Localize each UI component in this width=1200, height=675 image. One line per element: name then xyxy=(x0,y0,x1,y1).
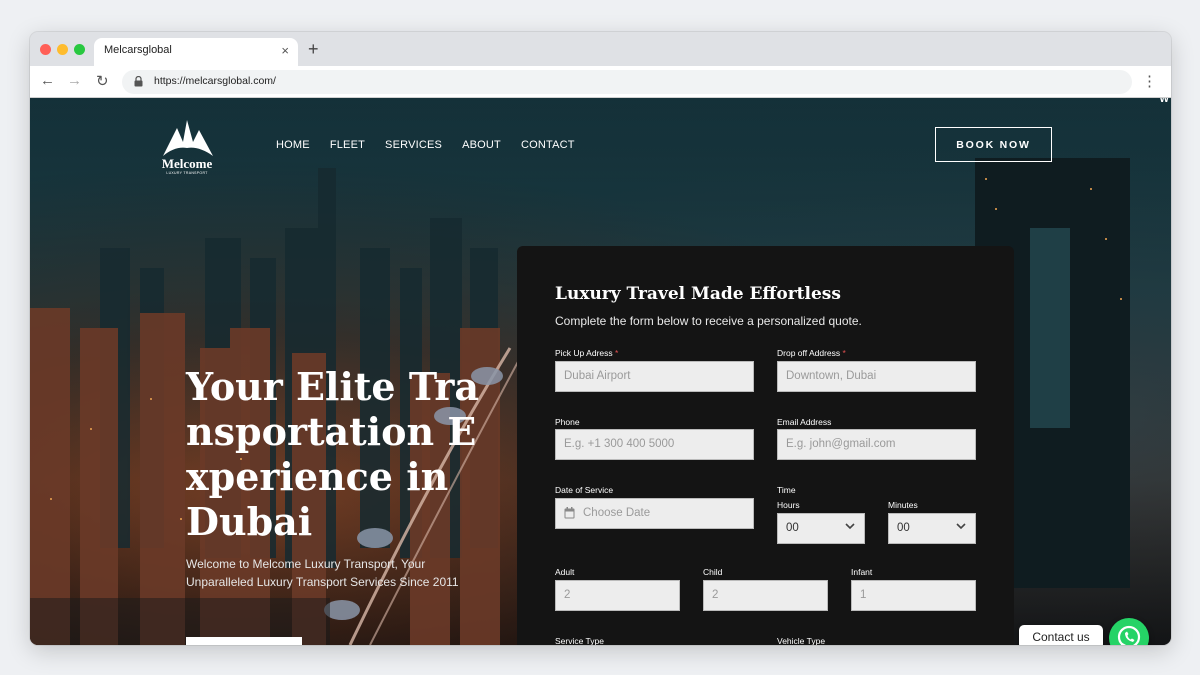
window-controls xyxy=(40,44,85,55)
quote-form: Luxury Travel Made Effortless Complete t… xyxy=(517,246,1014,645)
dropoff-label: Drop off Address * xyxy=(777,348,846,358)
browser-toolbar: ← → ↻ https://melcarsglobal.com/ ⋮ xyxy=(30,66,1171,98)
vehicle-type-label: Vehicle Type xyxy=(777,636,826,645)
hero-cta-button[interactable] xyxy=(186,637,302,645)
nav-home[interactable]: HOME xyxy=(276,139,310,151)
dropoff-label-text: Drop off Address xyxy=(777,348,841,358)
back-arrow-icon[interactable]: ← xyxy=(40,72,55,89)
service-type-label: Service Type xyxy=(555,636,604,645)
new-tab-button[interactable]: + xyxy=(308,39,319,60)
email-input[interactable]: E.g. john@gmail.com xyxy=(777,429,976,460)
infant-label: Infant xyxy=(851,567,873,577)
date-input[interactable]: Choose Date xyxy=(555,498,754,529)
whatsapp-button[interactable] xyxy=(1109,618,1149,645)
nav-services[interactable]: SERVICES xyxy=(385,139,442,151)
nav-contact[interactable]: CONTACT xyxy=(521,139,575,151)
url-text: https://melcarsglobal.com/ xyxy=(154,75,276,87)
date-label: Date of Service xyxy=(555,485,614,495)
pickup-label: Pick Up Adress * xyxy=(555,348,618,358)
infant-placeholder: 1 xyxy=(860,589,867,601)
minutes-select[interactable]: 00 xyxy=(888,513,976,544)
hours-label: Hours xyxy=(777,500,800,510)
form-title: Luxury Travel Made Effortless xyxy=(555,284,841,304)
email-label: Email Address xyxy=(777,417,832,427)
hours-value: 00 xyxy=(786,522,799,534)
phone-input[interactable]: E.g. +1 300 400 5000 xyxy=(555,429,754,460)
browser-tab[interactable]: Melcarsglobal × xyxy=(94,38,298,66)
main-nav: HOME FLEET SERVICES ABOUT CONTACT xyxy=(276,139,595,151)
adult-placeholder: 2 xyxy=(564,589,571,601)
adult-label: Adult xyxy=(555,567,575,577)
reload-icon[interactable]: ↻ xyxy=(96,72,109,90)
child-label: Child xyxy=(703,567,723,577)
dropoff-placeholder: Downtown, Dubai xyxy=(786,370,877,382)
calendar-icon xyxy=(564,507,575,519)
hero-subtitle: Welcome to Melcome Luxury Transport, You… xyxy=(186,557,459,589)
tab-close-icon[interactable]: × xyxy=(281,43,289,58)
nav-fleet[interactable]: FLEET xyxy=(330,139,365,151)
website-page: W Melcome LUXURY TRANSPORT HOME FLEET SE… xyxy=(30,98,1171,645)
pickup-label-text: Pick Up Adress xyxy=(555,348,613,358)
whatsapp-icon xyxy=(1117,625,1141,645)
phone-placeholder: E.g. +1 300 400 5000 xyxy=(564,438,675,450)
maximize-window-button[interactable] xyxy=(74,44,85,55)
tab-title: Melcarsglobal xyxy=(104,44,172,56)
pickup-placeholder: Dubai Airport xyxy=(564,370,631,382)
tab-bar: Melcarsglobal × + xyxy=(30,32,1171,66)
contact-us-label[interactable]: Contact us xyxy=(1019,625,1103,645)
required-mark: * xyxy=(842,348,846,358)
lock-icon xyxy=(134,76,143,87)
nav-about[interactable]: ABOUT xyxy=(462,139,501,151)
book-now-button[interactable]: BOOK NOW xyxy=(935,127,1052,162)
browser-menu-icon[interactable]: ⋮ xyxy=(1142,72,1157,90)
form-subtitle: Complete the form below to receive a per… xyxy=(555,314,862,328)
hours-select[interactable]: 00 xyxy=(777,513,865,544)
browser-window: Melcarsglobal × + ← → ↻ https://melcarsg… xyxy=(30,32,1171,645)
pickup-input[interactable]: Dubai Airport xyxy=(555,361,754,392)
logo-name: Melcome xyxy=(161,156,213,171)
child-placeholder: 2 xyxy=(712,589,719,601)
forward-arrow-icon[interactable]: → xyxy=(67,72,82,89)
hero-title: Your Elite Transportation Experience in … xyxy=(186,364,479,544)
logo-tagline: LUXURY TRANSPORT xyxy=(166,171,208,175)
time-label: Time xyxy=(777,485,796,495)
dropoff-input[interactable]: Downtown, Dubai xyxy=(777,361,976,392)
required-mark: * xyxy=(615,348,619,358)
date-placeholder: Choose Date xyxy=(583,507,651,519)
phone-label: Phone xyxy=(555,417,580,427)
corner-text: W xyxy=(1159,98,1169,105)
minimize-window-button[interactable] xyxy=(57,44,68,55)
child-input[interactable]: 2 xyxy=(703,580,828,611)
close-window-button[interactable] xyxy=(40,44,51,55)
chevron-down-icon xyxy=(845,523,855,530)
minutes-value: 00 xyxy=(897,522,910,534)
minutes-label: Minutes xyxy=(888,500,918,510)
adult-input[interactable]: 2 xyxy=(555,580,680,611)
address-bar[interactable]: https://melcarsglobal.com/ xyxy=(122,70,1132,94)
chevron-down-icon xyxy=(956,523,966,530)
email-placeholder: E.g. john@gmail.com xyxy=(786,438,896,450)
infant-input[interactable]: 1 xyxy=(851,580,976,611)
